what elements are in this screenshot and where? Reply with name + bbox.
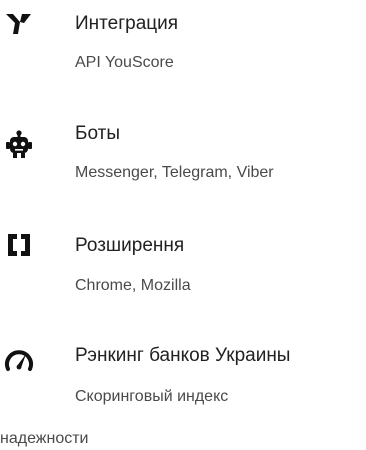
item-subtitle: API YouScore (75, 54, 174, 71)
item-subtitle: Messenger, Telegram, Viber (75, 164, 274, 181)
features-list: Интеграция API YouScore Боты Messenger, … (0, 0, 366, 450)
speedometer-icon (5, 350, 33, 371)
item-title: Рэнкинг банков Украины (75, 345, 291, 366)
item-title: Розширення (75, 235, 185, 256)
item-subtitle: Скоринговый индекс (75, 388, 229, 405)
item-subtitle-continuation: надежности (0, 430, 89, 447)
item-subtitle: Chrome, Mozilla (75, 277, 191, 294)
robot-icon (6, 130, 32, 158)
y-logo-icon (6, 14, 31, 34)
brackets-icon (8, 234, 30, 256)
item-title: Интеграция (75, 13, 179, 34)
item-title: Боты (75, 123, 120, 144)
